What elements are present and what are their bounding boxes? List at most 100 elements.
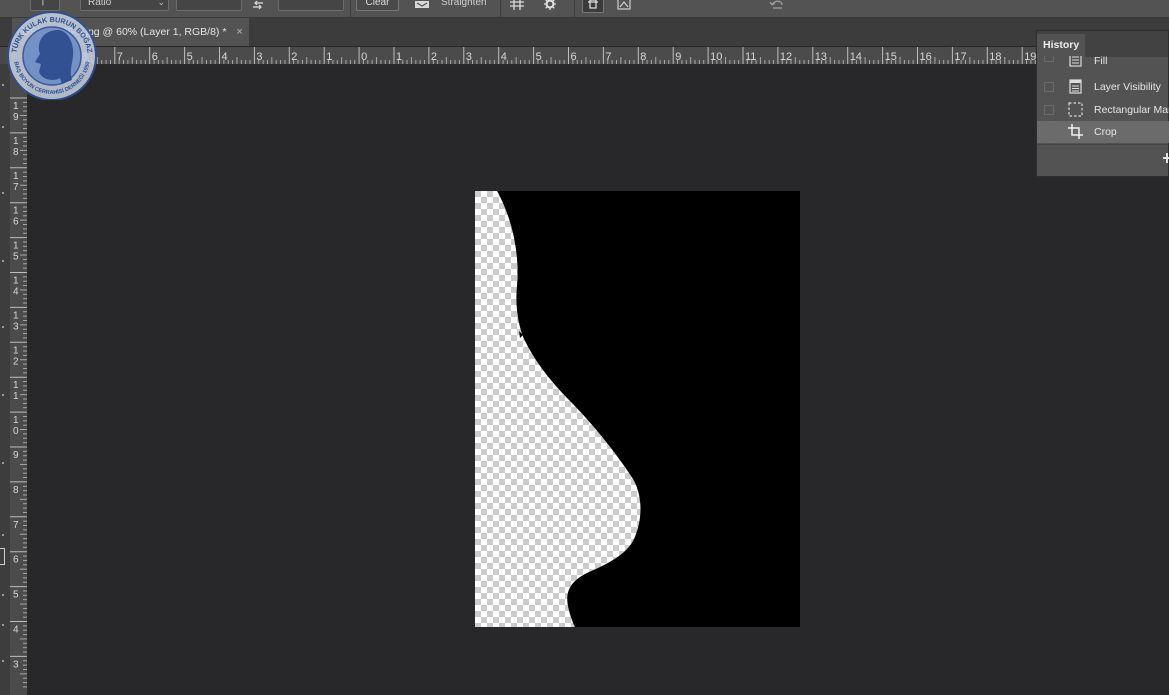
- ruler-label: 3: [13, 659, 19, 670]
- ruler-label: 6: [13, 555, 19, 566]
- ruler-label: 7: [605, 51, 611, 63]
- ruler-label: 3: [13, 321, 19, 332]
- ruler-label: 12: [780, 51, 792, 63]
- chevron-down-icon: ⌄: [157, 0, 165, 7]
- ruler-label: 1: [13, 241, 19, 252]
- ruler-label: 2: [291, 51, 297, 63]
- ruler-label: 14: [850, 51, 862, 63]
- ruler-label: 16: [920, 51, 932, 63]
- ruler-label: 5: [187, 51, 193, 63]
- tool-marker: [2, 594, 4, 596]
- ruler-label: 5: [13, 590, 19, 601]
- snapshot-checkbox[interactable]: [1044, 105, 1054, 115]
- society-seal-watermark: TÜRK KULAK BURUN BOĞAZ BAŞ BOYUN CERRAHİ…: [7, 11, 97, 100]
- crop-preset-icon: ┼: [39, 0, 47, 5]
- ruler-label: 8: [13, 485, 19, 496]
- snapshot-checkbox[interactable]: [1044, 56, 1054, 62]
- height-ratio-field[interactable]: [278, 0, 344, 11]
- straighten-icon[interactable]: [412, 0, 432, 12]
- ruler-label: 19: [1024, 51, 1036, 63]
- ruler-label: 0: [13, 426, 19, 437]
- tool-marker: [2, 260, 4, 262]
- ruler-label: 17: [954, 51, 966, 63]
- ruler-label: 6: [13, 217, 19, 228]
- overlay-grid-icon[interactable]: [507, 0, 527, 12]
- rectangular-marquee-icon: [1068, 102, 1083, 117]
- swap-ratio-icon[interactable]: [250, 0, 266, 13]
- tool-marker: [2, 624, 4, 626]
- history-item-rectangular-marquee[interactable]: Rectangular Marquee: [1037, 99, 1169, 121]
- ruler-label: 1: [13, 136, 19, 147]
- ruler-label: 7: [13, 182, 19, 193]
- ruler-label: 9: [675, 51, 681, 63]
- width-ratio-field[interactable]: [176, 0, 242, 11]
- ruler-label: 1: [13, 391, 19, 402]
- ruler-label: 4: [13, 287, 19, 298]
- ruler-label: 10: [710, 51, 722, 63]
- ruler-label: 1: [13, 171, 19, 182]
- ruler-label: 0: [361, 51, 367, 63]
- history-item-label: Crop: [1094, 126, 1117, 138]
- ruler-label: 15: [885, 51, 897, 63]
- horizontal-ruler-ticks: 987654321012345678910111213141516171819: [44, 47, 1040, 64]
- gear-icon[interactable]: [540, 0, 560, 12]
- history-item-label: Rectangular Marquee: [1094, 104, 1169, 116]
- ruler-label: 7: [13, 520, 19, 531]
- vertical-ruler-ticks: 191817161514131211109876543: [10, 97, 27, 688]
- tool-marker: [2, 394, 4, 396]
- history-item-layer-visibility[interactable]: Layer Visibility: [1037, 76, 1169, 98]
- history-item-fill[interactable]: Fill: [1037, 56, 1169, 68]
- snapshot-checkbox[interactable]: [1044, 82, 1054, 92]
- tool-marker: [2, 534, 4, 536]
- history-tab[interactable]: History: [1037, 34, 1086, 57]
- divider: [574, 0, 575, 17]
- options-bar: ┼ Ratio ⌄ Clear Straighten: [0, 0, 1169, 18]
- cancel-crop-icon[interactable]: [766, 0, 788, 13]
- fill-icon: [1069, 56, 1082, 67]
- ruler-label: 13: [815, 51, 827, 63]
- ruler-label: 8: [13, 147, 19, 158]
- tool-marker: [2, 660, 4, 662]
- straighten-label[interactable]: Straighten: [441, 0, 493, 11]
- document-tab-bar: DSC_6925-n.jpg @ 60% (Layer 1, RGB/8) * …: [0, 18, 1169, 47]
- ruler-label: 2: [431, 51, 437, 63]
- history-panel-header: History: [1037, 31, 1168, 57]
- ruler-label: 4: [13, 625, 19, 636]
- history-panel: History Fill Layer Visibility Rectangula…: [1036, 30, 1169, 177]
- ruler-label: 1: [13, 310, 19, 321]
- content-aware-icon[interactable]: [614, 0, 636, 12]
- snapshot-checkbox[interactable]: [1044, 127, 1054, 137]
- tool-marker: [2, 126, 4, 128]
- tool-marker: [2, 462, 4, 464]
- divider: [500, 0, 501, 17]
- history-item-crop[interactable]: Crop: [1037, 121, 1169, 143]
- crop-icon: [1068, 124, 1083, 139]
- ruler-label: 6: [152, 51, 158, 63]
- ruler-label: 8: [640, 51, 646, 63]
- divider: [350, 0, 351, 17]
- vertical-ruler[interactable]: 191817161514131211109876543: [10, 64, 28, 695]
- ruler-label: 2: [13, 356, 19, 367]
- close-icon[interactable]: ×: [236, 26, 242, 38]
- ruler-label: 3: [256, 51, 262, 63]
- history-item-label: Layer Visibility: [1094, 81, 1161, 93]
- horizontal-ruler[interactable]: 987654321012345678910111213141516171819: [10, 47, 1040, 65]
- ruler-label: 3: [466, 51, 472, 63]
- ruler-label: 18: [989, 51, 1001, 63]
- layer-visibility-icon: [1069, 79, 1082, 94]
- ruler-label: 9: [13, 450, 19, 461]
- ruler-label: 1: [13, 345, 19, 356]
- tools-panel-edge[interactable]: [0, 64, 10, 695]
- clear-button[interactable]: Clear: [356, 0, 399, 11]
- ruler-label: 1: [13, 206, 19, 217]
- ruler-label: 1: [326, 51, 332, 63]
- delete-cropped-pixels-icon[interactable]: [582, 0, 604, 13]
- document-canvas[interactable]: [475, 191, 800, 627]
- tool-marker: [2, 192, 4, 194]
- color-swatch-edge[interactable]: [0, 548, 5, 565]
- ruler-label: 5: [13, 252, 19, 263]
- new-snapshot-icon[interactable]: [1163, 153, 1169, 163]
- ruler-label: 4: [222, 51, 228, 63]
- ruler-label: 5: [536, 51, 542, 63]
- history-item-label: Fill: [1094, 56, 1108, 67]
